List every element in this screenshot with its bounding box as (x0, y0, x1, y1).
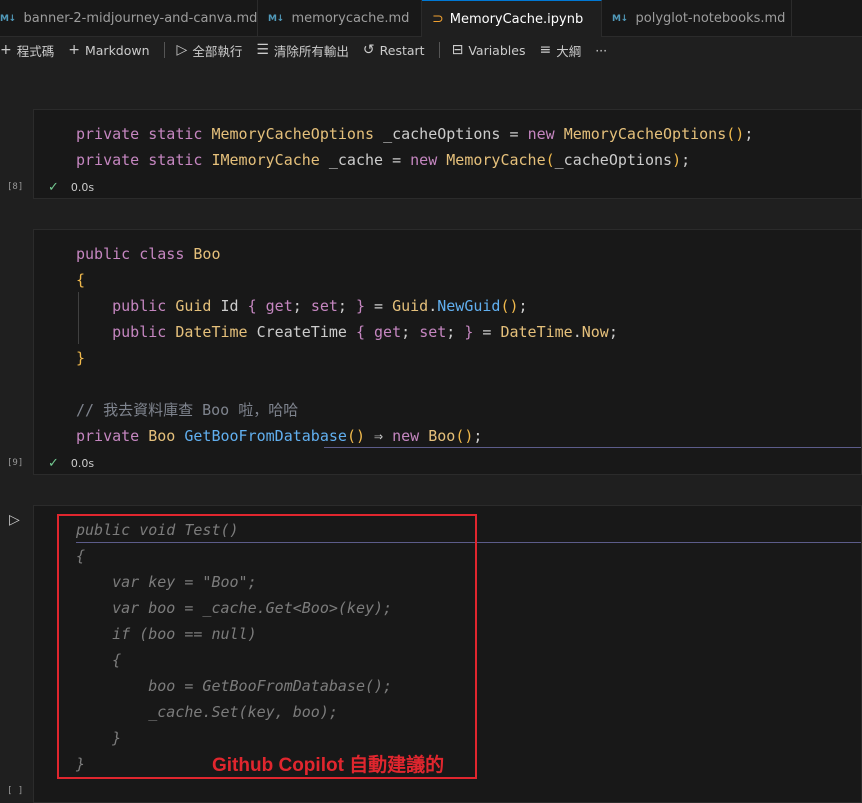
cell-2-code[interactable]: public class Boo { public Guid Id { get;… (76, 241, 618, 449)
markdown-icon: M↓ (268, 13, 284, 24)
annotation-label: Github Copilot 自動建議的 (212, 755, 445, 776)
tab-memorycache-md[interactable]: M↓ memorycache.md (258, 0, 422, 37)
list-icon: ≡ (539, 42, 552, 58)
restart-label: Restart (379, 42, 425, 58)
markdown-icon: M↓ (0, 13, 16, 24)
restart-button[interactable]: ↺ Restart (363, 42, 425, 58)
cell-2-duration: 0.0s (70, 457, 95, 470)
tab-memorycache-ipynb[interactable]: ⊃ MemoryCache.ipynb (422, 0, 602, 37)
run-all-icon: ▷ (176, 42, 188, 58)
tab-label: memorycache.md (291, 11, 410, 26)
tab-bar: M↓ banner-2-midjourney-and-canva.md M↓ m… (0, 0, 862, 37)
more-actions-button[interactable]: ··· (595, 43, 607, 58)
run-all-button[interactable]: ▷ 全部執行 (177, 41, 243, 60)
cell-1-code[interactable]: private static MemoryCacheOptions _cache… (76, 121, 753, 173)
code-cell-2[interactable]: public class Boo { public Guid Id { get;… (33, 229, 862, 475)
clear-all-icon: ☰ (256, 42, 269, 58)
notebook-icon: ⊃ (432, 11, 444, 27)
add-markdown-label: Markdown (84, 42, 150, 58)
toolbar-divider (163, 42, 165, 58)
add-code-label: 程式碼 (16, 43, 55, 59)
tab-polyglot-md[interactable]: M↓ polyglot-notebooks.md (602, 0, 792, 37)
add-code-cell-button[interactable]: + 程式碼 (0, 41, 54, 60)
clear-outputs-button[interactable]: ☰ 清除所有輸出 (256, 41, 349, 60)
more-icon: ··· (595, 42, 608, 58)
tab-label: banner-2-midjourney-and-canva.md (23, 11, 258, 26)
code-cell-1[interactable]: private static MemoryCacheOptions _cache… (33, 109, 862, 199)
variables-label: Variables (468, 42, 526, 58)
tab-label: MemoryCache.ipynb (449, 11, 584, 27)
execution-count-2: [9] (7, 458, 24, 468)
restart-icon: ↺ (362, 42, 375, 58)
markdown-icon: M↓ (612, 13, 628, 24)
tab-label: polyglot-notebooks.md (635, 11, 786, 26)
run-cell-icon[interactable]: ▷ (9, 512, 20, 528)
outline-label: 大綱 (556, 43, 582, 59)
notebook-toolbar: + 程式碼 + Markdown ▷ 全部執行 ☰ 清除所有輸出 ↺ Restart ⊟ V… (0, 37, 862, 63)
plus-icon: + (68, 42, 80, 58)
toolbar-divider (438, 42, 440, 58)
execution-count-1: [8] (7, 182, 24, 192)
execution-count-3: [ ] (7, 786, 24, 796)
cell-1-status: ✓ 0.0s (48, 180, 94, 195)
outline-button[interactable]: ≡ 大綱 (539, 41, 581, 60)
variables-button[interactable]: ⊟ Variables (452, 42, 526, 58)
clear-outputs-label: 清除所有輸出 (273, 43, 349, 59)
success-check-icon: ✓ (48, 180, 59, 195)
variables-icon: ⊟ (451, 42, 464, 58)
annotation-box (57, 514, 477, 779)
run-all-label: 全部執行 (192, 43, 243, 59)
add-markdown-cell-button[interactable]: + Markdown (68, 42, 149, 58)
tab-banner-md[interactable]: M↓ banner-2-midjourney-and-canva.md (0, 0, 258, 37)
plus-icon: + (0, 42, 12, 58)
success-check-icon: ✓ (48, 456, 59, 471)
cell-1-duration: 0.0s (70, 181, 95, 194)
cell-2-status: ✓ 0.0s (48, 456, 94, 471)
